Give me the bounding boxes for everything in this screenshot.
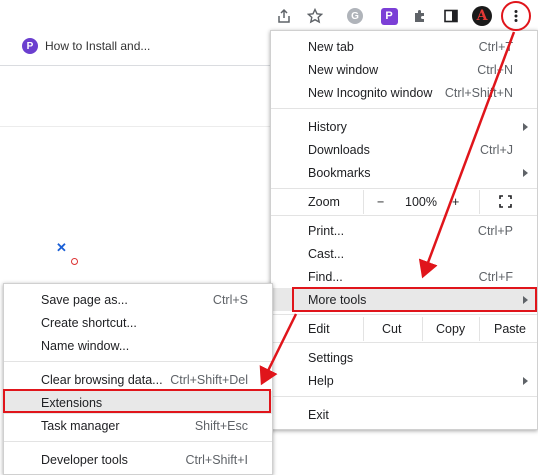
annotation-arrows <box>259 31 516 386</box>
arrow-to-more-tools <box>418 31 516 279</box>
arrow-to-extensions <box>259 313 298 386</box>
